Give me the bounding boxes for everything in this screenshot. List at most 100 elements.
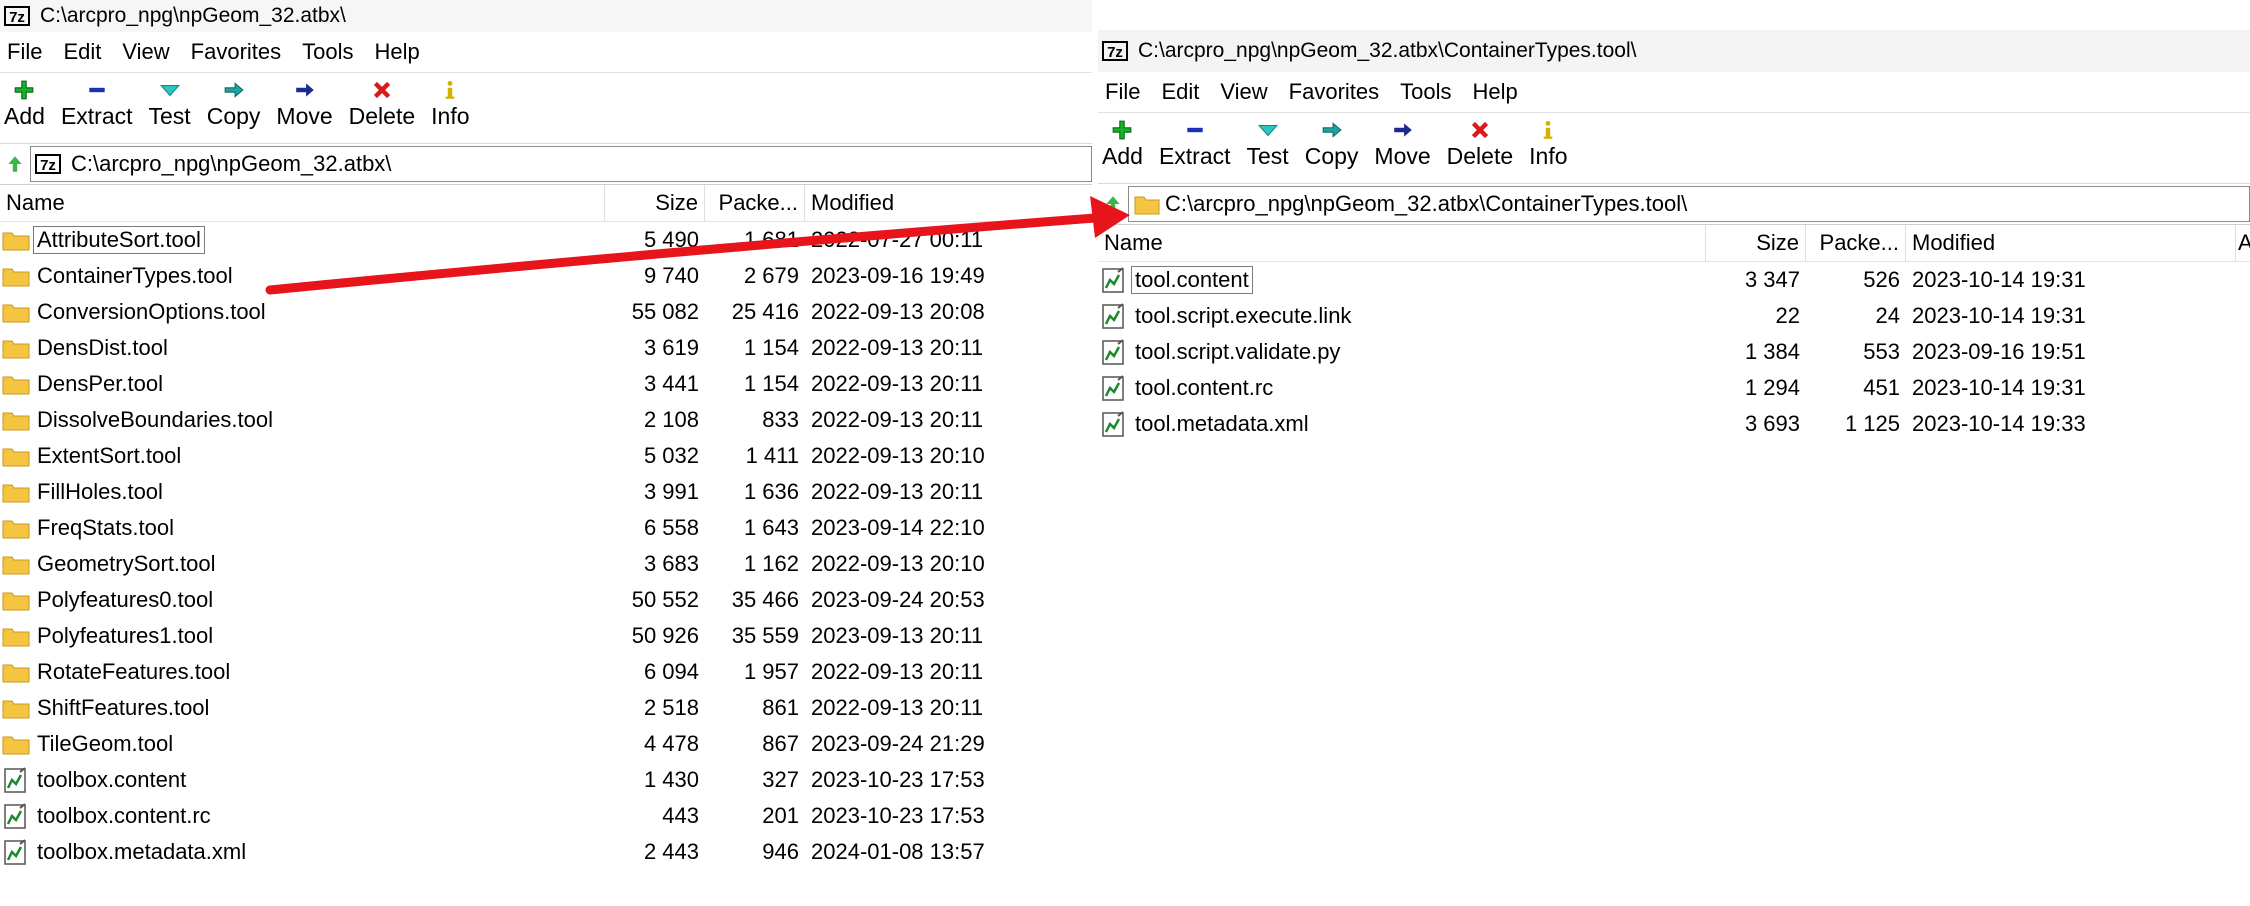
- menu-favorites[interactable]: Favorites: [184, 39, 295, 65]
- copy-button[interactable]: Copy: [1305, 117, 1358, 170]
- test-label: Test: [1246, 143, 1289, 169]
- folder-icon: [2, 376, 30, 395]
- up-folder-icon[interactable]: [4, 153, 26, 175]
- menu-tools[interactable]: Tools: [295, 39, 367, 65]
- modified-cell: 2023-09-16 19:49: [811, 263, 985, 288]
- info-icon: [1534, 117, 1562, 143]
- header-size[interactable]: Size: [1706, 225, 1806, 261]
- modified-cell: 2022-09-13 20:11: [811, 695, 984, 720]
- size-cell: 3 347: [1744, 267, 1800, 292]
- 7zip-app-icon: 7z: [4, 6, 30, 26]
- list-item[interactable]: tool.content.rc 1 294 451 2023-10-14 19:31: [1098, 370, 2250, 406]
- delete-button[interactable]: Delete: [349, 77, 415, 130]
- test-button[interactable]: Test: [1247, 117, 1289, 170]
- folder-icon: [2, 232, 30, 251]
- list-item[interactable]: tool.script.validate.py 1 384 553 2023-09-1…: [1098, 334, 2250, 370]
- size-cell: 5 490: [643, 227, 699, 252]
- list-item[interactable]: ShiftFeatures.tool 2 518 861 2022-09-13 20:…: [0, 690, 1092, 726]
- delete-button[interactable]: Delete: [1447, 117, 1513, 170]
- test-button[interactable]: Test: [149, 77, 191, 130]
- header-modified[interactable]: Modified: [1906, 225, 2236, 261]
- list-item[interactable]: DensPer.tool 3 441 1 154 2022-09-13 20:11: [0, 366, 1092, 402]
- list-item[interactable]: toolbox.metadata.xml 2 443 946 2024-01-08 1…: [0, 834, 1092, 870]
- list-item[interactable]: toolbox.content.rc 443 201 2023-10-23 17:53: [0, 798, 1092, 834]
- extract-button[interactable]: Extract: [61, 77, 133, 130]
- list-item[interactable]: tool.content 3 347 526 2023-10-14 19:31: [1098, 262, 2250, 298]
- menu-tools[interactable]: Tools: [1393, 79, 1465, 105]
- copy-button[interactable]: Copy: [207, 77, 260, 130]
- list-item[interactable]: Polyfeatures1.tool 50 926 35 559 2023-09-13…: [0, 618, 1092, 654]
- header-size[interactable]: Size: [605, 185, 705, 221]
- header-packed[interactable]: Packe...: [1806, 225, 1906, 261]
- modified-cell: 2022-09-13 20:11: [811, 479, 984, 504]
- folder-icon: [2, 520, 30, 539]
- list-item[interactable]: toolbox.content 1 430 327 2023-10-23 17:53: [0, 762, 1092, 798]
- add-button[interactable]: Add: [1102, 117, 1143, 170]
- menu-file[interactable]: File: [0, 39, 56, 65]
- test-icon: [156, 77, 184, 103]
- add-button[interactable]: Add: [4, 77, 45, 130]
- info-label: Info: [1529, 143, 1568, 169]
- header-modified[interactable]: Modified: [805, 185, 1092, 221]
- name-cell: DensPer.tool: [0, 370, 605, 398]
- list-item[interactable]: FillHoles.tool 3 991 1 636 2022-09-13 20:11: [0, 474, 1092, 510]
- move-button[interactable]: Move: [276, 77, 333, 130]
- menu-view[interactable]: View: [1213, 79, 1281, 105]
- add-icon: [10, 77, 38, 103]
- packed-cell: 25 416: [731, 299, 799, 324]
- size-cell: 3 441: [643, 371, 699, 396]
- list-item[interactable]: ExtentSort.tool 5 032 1 411 2022-09-13 20:1…: [0, 438, 1092, 474]
- menu-favorites[interactable]: Favorites: [1282, 79, 1393, 105]
- menu-view[interactable]: View: [115, 39, 183, 65]
- name-cell: ExtentSort.tool: [0, 442, 605, 470]
- file-name: ExtentSort.tool: [37, 443, 182, 468]
- list-item[interactable]: ConversionOptions.tool 55 082 25 416 2022-0…: [0, 294, 1092, 330]
- file-icon: [4, 839, 26, 865]
- menu-help[interactable]: Help: [368, 39, 434, 65]
- modified-cell: 2022-09-13 20:10: [811, 551, 985, 576]
- info-button[interactable]: Info: [431, 77, 470, 130]
- list-item[interactable]: DissolveBoundaries.tool 2 108 833 2022-09-1…: [0, 402, 1092, 438]
- packed-cell: 35 466: [731, 587, 799, 612]
- packed-cell: 1 957: [743, 659, 799, 684]
- list-item[interactable]: RotateFeatures.tool 6 094 1 957 2022-09-13 …: [0, 654, 1092, 690]
- up-folder-icon[interactable]: [1102, 193, 1124, 215]
- list-item[interactable]: tool.script.execute.link 22 24 2023-10-14 1…: [1098, 298, 2250, 334]
- delete-icon: [368, 77, 396, 103]
- file-name: toolbox.metadata.xml: [37, 839, 247, 864]
- list-item[interactable]: DensDist.tool 3 619 1 154 2022-09-13 20:11: [0, 330, 1092, 366]
- packed-cell: 526: [1863, 267, 1900, 292]
- size-cell: 1 430: [643, 767, 699, 792]
- header-packed[interactable]: Packe...: [705, 185, 805, 221]
- extract-button[interactable]: Extract: [1159, 117, 1231, 170]
- header-name[interactable]: Name: [0, 185, 605, 221]
- address-field[interactable]: 7z C:\arcpro_npg\npGeom_32.atbx\: [30, 146, 1092, 182]
- file-name: ShiftFeatures.tool: [37, 695, 210, 720]
- packed-cell: 553: [1863, 339, 1900, 364]
- size-cell: 1 294: [1744, 375, 1800, 400]
- file-name: DensDist.tool: [37, 335, 168, 360]
- menu-edit[interactable]: Edit: [1154, 79, 1213, 105]
- list-item[interactable]: ContainerTypes.tool 9 740 2 679 2023-09-16 …: [0, 258, 1092, 294]
- list-item[interactable]: tool.metadata.xml 3 693 1 125 2023-10-14 19…: [1098, 406, 2250, 442]
- folder-icon: [2, 448, 30, 467]
- file-name: toolbox.content.rc: [37, 803, 211, 828]
- header-name[interactable]: Name: [1098, 225, 1706, 261]
- header-attributes[interactable]: A: [2236, 225, 2250, 261]
- menu-help[interactable]: Help: [1466, 79, 1532, 105]
- list-item[interactable]: TileGeom.tool 4 478 867 2023-09-24 21:29: [0, 726, 1092, 762]
- list-item[interactable]: AttributeSort.tool 5 490 1 681 2022-07-27 0…: [0, 222, 1092, 258]
- packed-cell: 24: [1875, 303, 1900, 328]
- modified-cell: 2023-10-14 19:31: [1912, 375, 2086, 400]
- delete-icon: [1466, 117, 1494, 143]
- menu-edit[interactable]: Edit: [56, 39, 115, 65]
- list-item[interactable]: Polyfeatures0.tool 50 552 35 466 2023-09-24…: [0, 582, 1092, 618]
- info-button[interactable]: Info: [1529, 117, 1568, 170]
- add-label: Add: [4, 103, 45, 129]
- folder-icon: [2, 268, 30, 287]
- menu-file[interactable]: File: [1098, 79, 1154, 105]
- list-item[interactable]: FreqStats.tool 6 558 1 643 2023-09-14 22:10: [0, 510, 1092, 546]
- list-item[interactable]: GeometrySort.tool 3 683 1 162 2022-09-13 20…: [0, 546, 1092, 582]
- move-button[interactable]: Move: [1374, 117, 1431, 170]
- address-field[interactable]: C:\arcpro_npg\npGeom_32.atbx\ContainerTy…: [1128, 186, 2250, 222]
